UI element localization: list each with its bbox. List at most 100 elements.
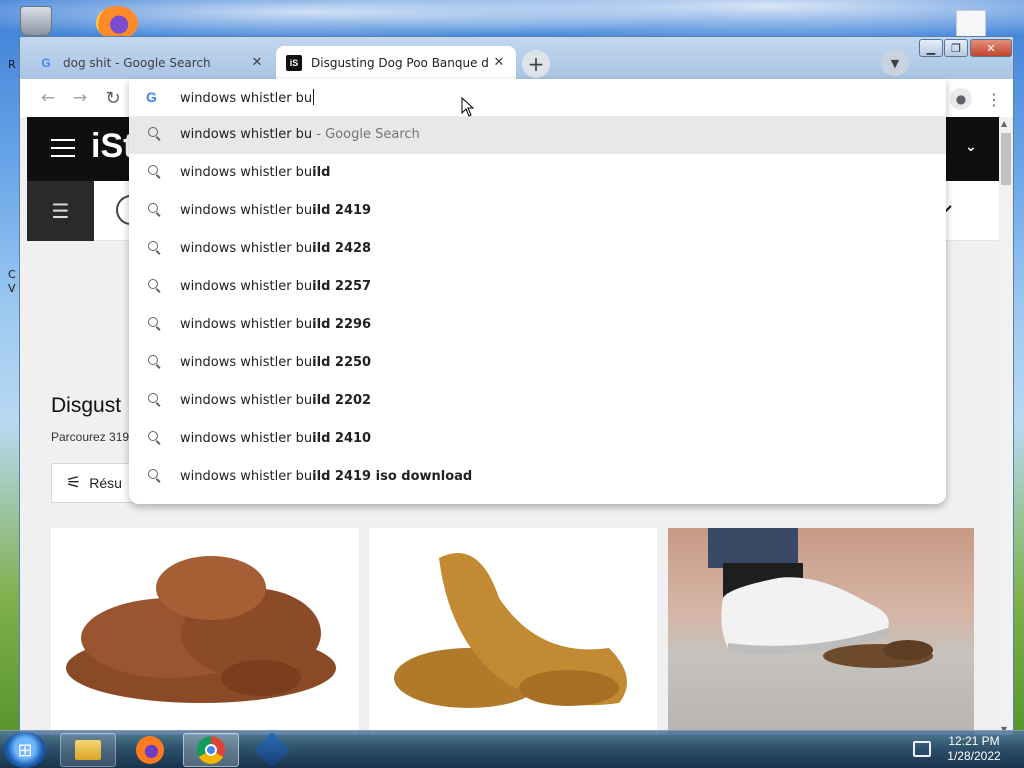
tab-google-search[interactable]: G dog shit - Google Search ✕ [28, 46, 274, 79]
site-logo[interactable]: iSt [91, 127, 134, 166]
suggestion-typed: windows whistler bu [180, 241, 313, 256]
suggestion-typed: windows whistler bu [180, 127, 313, 142]
chrome-window: G dog shit - Google Search ✕ iS Disgusti… [19, 36, 1014, 736]
tab-title: dog shit - Google Search [63, 55, 211, 70]
new-tab-button[interactable]: + [522, 50, 550, 78]
suggestion-item[interactable]: windows whistler bu - Google Search [129, 116, 946, 154]
suggestion-item[interactable]: windows whistler build 2257 [129, 268, 946, 306]
search-icon [148, 165, 158, 175]
address-input[interactable]: windows whistler bu [180, 89, 315, 106]
image-thumbnail[interactable] [369, 528, 657, 735]
close-tab-icon[interactable]: ✕ [490, 54, 508, 72]
virtualbox-taskbar-button[interactable] [244, 731, 300, 768]
system-clock[interactable]: 12:21 PM 1/28/2022 [938, 734, 1010, 764]
suggestion-completion: ild 2419 iso download [312, 469, 473, 484]
suggestion-item[interactable]: windows whistler build 2428 [129, 230, 946, 268]
back-arrow-icon[interactable]: ← [36, 87, 60, 109]
suggestion-text: windows whistler build 2428 [180, 241, 371, 256]
start-button[interactable]: ⊞ [4, 732, 46, 768]
suggestion-item[interactable]: windows whistler build 2202 [129, 382, 946, 420]
firefox-icon [136, 736, 164, 764]
suggestion-completion: ild 2410 [312, 431, 372, 446]
suggestion-text: windows whistler build 2257 [180, 279, 371, 294]
search-icon [148, 355, 158, 365]
tab-istock[interactable]: iS Disgusting Dog Poo Banque d'im ✕ [276, 46, 516, 79]
filter-sliders-icon[interactable]: ☰ [27, 181, 94, 241]
sneaker-stepping-image [708, 528, 933, 668]
search-icon [148, 279, 158, 289]
search-icon [148, 127, 158, 137]
suggestion-typed: windows whistler bu [180, 279, 313, 294]
search-icon [148, 393, 158, 403]
address-bar[interactable]: G windows whistler bu [129, 79, 946, 116]
close-tab-icon[interactable]: ✕ [248, 54, 266, 72]
search-icon [148, 203, 158, 213]
suggestion-text: windows whistler build [180, 165, 330, 180]
scroll-up-icon[interactable]: ▲ [1001, 119, 1007, 128]
menu-kebab-icon[interactable]: ⋮ [986, 88, 1002, 110]
text-caret [313, 89, 315, 105]
close-window-button[interactable]: ✕ [970, 39, 1012, 57]
taskbar: ⊞ 12:21 PM 1/28/2022 [0, 730, 1024, 768]
search-icon [148, 431, 158, 441]
maximize-button[interactable]: ❐ [944, 39, 968, 57]
suggestion-completion: ild 2257 [312, 279, 372, 294]
tab-title: Disgusting Dog Poo Banque d'im [311, 55, 490, 70]
image-thumbnail[interactable] [51, 528, 359, 735]
network-icon[interactable] [913, 741, 931, 757]
page-scrollbar[interactable]: ▲ ▼ [999, 117, 1013, 735]
suggestion-typed: windows whistler bu [180, 469, 313, 484]
suggestion-item[interactable]: windows whistler build 2410 [129, 420, 946, 458]
mouse-pointer-icon [461, 97, 475, 117]
tab-search-button[interactable]: ▼ [881, 50, 909, 76]
suggestion-item[interactable]: windows whistler build 2419 iso download [129, 458, 946, 496]
page-title: Disgust [51, 394, 122, 417]
chrome-taskbar-button[interactable] [183, 733, 239, 767]
dog-poo-image-1 [66, 556, 336, 703]
firefox-taskbar-button[interactable] [122, 733, 178, 767]
google-g-icon: G [41, 55, 51, 70]
suggestion-typed: windows whistler bu [180, 355, 313, 370]
sliders-icon: ⚟ [66, 473, 82, 492]
suggestion-item[interactable]: windows whistler build 2296 [129, 306, 946, 344]
search-icon [148, 241, 158, 251]
suggestion-text: windows whistler build 2410 [180, 431, 371, 446]
results-button-label: Résu [89, 475, 122, 491]
search-icon [148, 469, 158, 479]
minimize-button[interactable]: ▁ [919, 39, 943, 57]
suggestion-completion: ild 2428 [312, 241, 372, 256]
suggestion-completion: ild 2250 [312, 355, 372, 370]
chevron-down-icon[interactable]: ⌄ [965, 139, 977, 155]
suggestion-typed: windows whistler bu [180, 393, 313, 408]
suggestion-text: windows whistler build 2419 [180, 203, 371, 218]
suggestion-text: windows whistler bu - Google Search [180, 127, 420, 142]
explorer-icon [75, 740, 101, 760]
suggestion-item[interactable]: windows whistler build [129, 154, 946, 192]
explorer-taskbar-button[interactable] [60, 733, 116, 767]
chrome-icon [197, 736, 225, 764]
clock-date: 1/28/2022 [947, 749, 1001, 763]
scroll-thumb[interactable] [1001, 133, 1011, 185]
suggestion-text: windows whistler build 2419 iso download [180, 469, 472, 484]
suggestion-completion: ild 2296 [312, 317, 372, 332]
virtualbox-icon [253, 731, 291, 768]
results-count-text: Parcourez 319 [51, 430, 130, 444]
suggestion-completion: ild 2202 [312, 393, 372, 408]
suggestion-item[interactable]: windows whistler build 2250 [129, 344, 946, 382]
istock-icon: iS [286, 54, 302, 71]
reload-icon[interactable]: ↻ [101, 87, 125, 109]
desktop-label-fragment: R [8, 58, 16, 71]
suggestion-item[interactable]: windows whistler build 2419 [129, 192, 946, 230]
firefox-desktop-icon[interactable] [96, 6, 138, 40]
suggestion-source: - Google Search [312, 127, 420, 142]
forward-arrow-icon[interactable]: → [68, 87, 92, 109]
profile-avatar-icon[interactable]: ● [950, 88, 972, 110]
tab-strip: G dog shit - Google Search ✕ iS Disgusti… [20, 37, 1013, 79]
suggestion-text: windows whistler build 2202 [180, 393, 371, 408]
suggestion-typed: windows whistler bu [180, 317, 313, 332]
search-icon [148, 317, 158, 327]
hamburger-menu-icon[interactable] [51, 139, 75, 157]
clock-time: 12:21 PM [948, 734, 1000, 748]
image-thumbnail[interactable] [668, 528, 974, 735]
recycle-bin-icon[interactable] [20, 6, 52, 36]
